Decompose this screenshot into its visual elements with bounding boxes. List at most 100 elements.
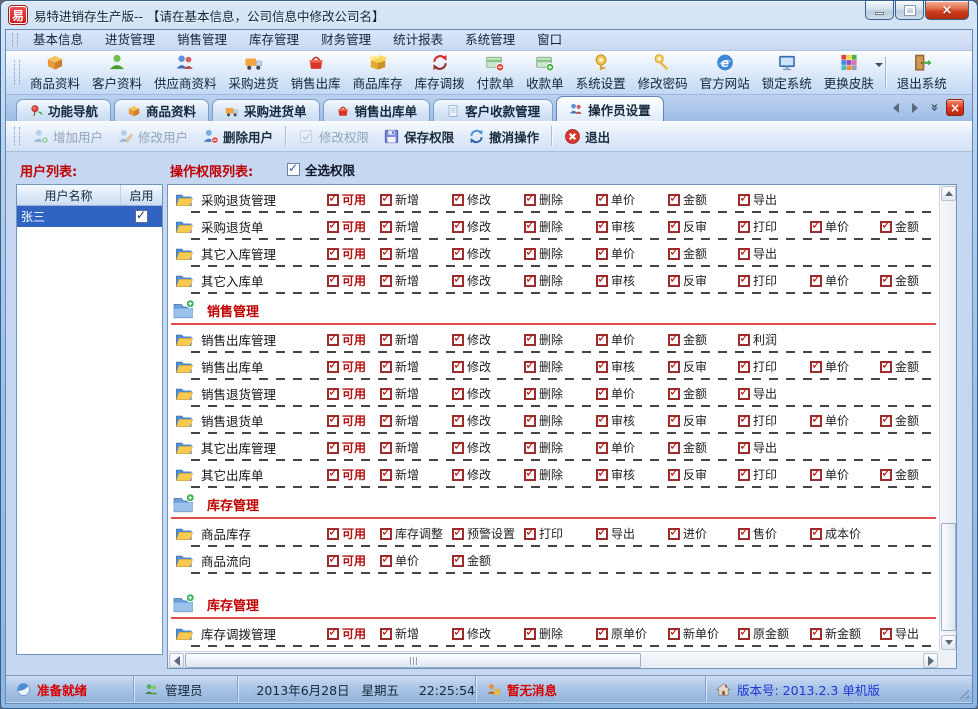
perm-checkbox[interactable]: 金额 [668,331,738,348]
tab-close-button[interactable]: × [946,99,964,116]
perm-row[interactable]: 采购退货管理可用新增修改删除单价金额导出 [169,186,938,213]
perm-checkbox[interactable]: 修改 [452,218,524,235]
perm-checkbox[interactable]: 导出 [738,191,810,208]
perm-row[interactable]: 商品库存可用库存调整预警设置打印导出进价售价成本价 [169,520,938,547]
perm-checkbox[interactable]: 打印 [738,272,810,289]
perm-checkbox[interactable]: 库存调整 [380,525,452,542]
exit-button[interactable]: 退出 [557,124,617,149]
perm-checkbox[interactable]: 新增 [380,412,452,429]
perm-checkbox[interactable]: 可用 [327,625,380,642]
perm-checkbox[interactable]: 可用 [327,439,380,456]
vertical-scrollbar-thumb[interactable] [941,523,956,631]
perm-checkbox[interactable]: 新增 [380,466,452,483]
perm-checkbox[interactable]: 打印 [738,412,810,429]
perm-checkbox[interactable]: 单价 [810,358,880,375]
perm-checkbox[interactable]: 新增 [380,191,452,208]
perm-checkbox[interactable]: 金额 [668,439,738,456]
perm-checkbox[interactable]: 新单价 [668,625,738,642]
perm-checkbox[interactable]: 可用 [327,191,380,208]
menu-item-basic-info[interactable]: 基本信息 [22,30,94,50]
toolbar-button-receipt-bill[interactable]: 收款单 [520,51,570,94]
perm-checkbox[interactable]: 可用 [327,412,380,429]
perm-row[interactable]: 其它出库管理可用新增修改删除单价金额导出 [169,434,938,461]
perm-checkbox[interactable]: 删除 [524,218,596,235]
perm-checkbox[interactable]: 单价 [810,272,880,289]
perm-checkbox[interactable]: 反审 [668,466,738,483]
tab-function-nav[interactable]: 功能导航 [16,99,111,121]
toolbar-button-stock-transfer[interactable]: 库存调拨 [409,51,471,94]
tab-scroll-right-button[interactable] [908,101,922,115]
undo-action-button[interactable]: 撤消操作 [461,124,546,149]
perm-checkbox[interactable]: 金额 [452,552,524,569]
perm-checkbox[interactable]: 金额 [668,385,738,402]
perm-checkbox[interactable]: 修改 [452,358,524,375]
scroll-right-button[interactable] [923,653,938,668]
perm-checkbox[interactable]: 可用 [327,385,380,402]
tab-list-button[interactable]: » [927,101,941,115]
perm-checkbox[interactable]: 进价 [668,525,738,542]
perm-checkbox[interactable]: 反审 [668,412,738,429]
tab-customer-receipts[interactable]: 客户收款管理 [433,99,553,121]
minimize-button[interactable] [865,1,894,20]
perm-checkbox[interactable]: 删除 [524,331,596,348]
perm-row[interactable]: 库存调拨管理可用新增修改删除原单价新单价原金额新金额导出 [169,620,938,647]
toolbar-button-exit-system[interactable]: 退出系统 [891,51,953,94]
perm-row[interactable]: 其它入库管理可用新增修改删除单价金额导出 [169,240,938,267]
perm-checkbox[interactable]: 金额 [668,245,738,262]
perm-checkbox[interactable]: 新增 [380,218,452,235]
scroll-up-button[interactable] [941,186,956,201]
perm-checkbox[interactable]: 单价 [810,466,880,483]
perm-checkbox[interactable]: 金额 [668,191,738,208]
perm-checkbox[interactable]: 金额 [880,272,938,289]
perm-checkbox[interactable]: 可用 [327,525,380,542]
perm-checkbox[interactable]: 金额 [880,218,938,235]
perm-checkbox[interactable]: 新增 [380,439,452,456]
perm-checkbox[interactable]: 删除 [524,385,596,402]
perm-checkbox[interactable]: 可用 [327,331,380,348]
perm-checkbox[interactable]: 删除 [524,412,596,429]
perm-checkbox[interactable]: 审核 [596,412,668,429]
tab-operator-settings[interactable]: 操作员设置 [556,96,664,121]
perm-checkbox[interactable]: 金额 [880,412,938,429]
vertical-scrollbar[interactable] [939,185,956,651]
perm-checkbox[interactable]: 删除 [524,272,596,289]
perm-checkbox[interactable]: 打印 [524,525,596,542]
toolbar-button-sales-out[interactable]: 销售出库 [285,51,347,94]
perm-checkbox[interactable]: 删除 [524,358,596,375]
maximize-button[interactable] [895,1,924,20]
perm-checkbox[interactable]: 新增 [380,245,452,262]
perm-checkbox[interactable]: 可用 [327,552,380,569]
perm-checkbox[interactable]: 修改 [452,412,524,429]
perm-checkbox[interactable]: 单价 [380,552,452,569]
perm-checkbox[interactable]: 利润 [738,331,810,348]
perm-checkbox[interactable]: 审核 [596,272,668,289]
toolbar-button-goods-data[interactable]: 商品资料 [24,51,86,94]
perm-checkbox[interactable]: 修改 [452,385,524,402]
perm-checkbox[interactable]: 新增 [380,358,452,375]
perm-checkbox[interactable]: 删除 [524,245,596,262]
perm-checkbox[interactable]: 原金额 [738,625,810,642]
perm-checkbox[interactable]: 修改 [452,245,524,262]
perm-checkbox[interactable]: 审核 [596,466,668,483]
toolbar-button-payment-bill[interactable]: 付款单 [471,51,521,94]
toolbar-button-change-password[interactable]: 修改密码 [632,51,694,94]
toolbar-button-official-website[interactable]: e官方网站 [694,51,756,94]
perm-checkbox[interactable]: 修改 [452,191,524,208]
perm-checkbox[interactable]: 金额 [880,466,938,483]
menu-item-sales-mgmt[interactable]: 销售管理 [166,30,238,50]
perm-checkbox[interactable]: 修改 [452,466,524,483]
menu-item-system-mgmt[interactable]: 系统管理 [454,30,526,50]
perm-checkbox[interactable]: 单价 [596,191,668,208]
perm-checkbox[interactable]: 成本价 [810,525,880,542]
user-row[interactable]: 张三 [17,206,162,227]
perm-checkbox[interactable]: 修改 [452,331,524,348]
select-all-permissions[interactable]: 全选权限 [287,160,355,179]
toolbar-button-customer-data[interactable]: 客户资料 [86,51,148,94]
perm-checkbox[interactable]: 删除 [524,466,596,483]
perm-checkbox[interactable]: 单价 [596,331,668,348]
toolbar-button-lock-system[interactable]: 锁定系统 [756,51,818,94]
perm-checkbox[interactable]: 可用 [327,218,380,235]
perm-checkbox[interactable]: 导出 [738,385,810,402]
perm-checkbox[interactable]: 单价 [810,218,880,235]
perm-checkbox[interactable]: 导出 [738,245,810,262]
